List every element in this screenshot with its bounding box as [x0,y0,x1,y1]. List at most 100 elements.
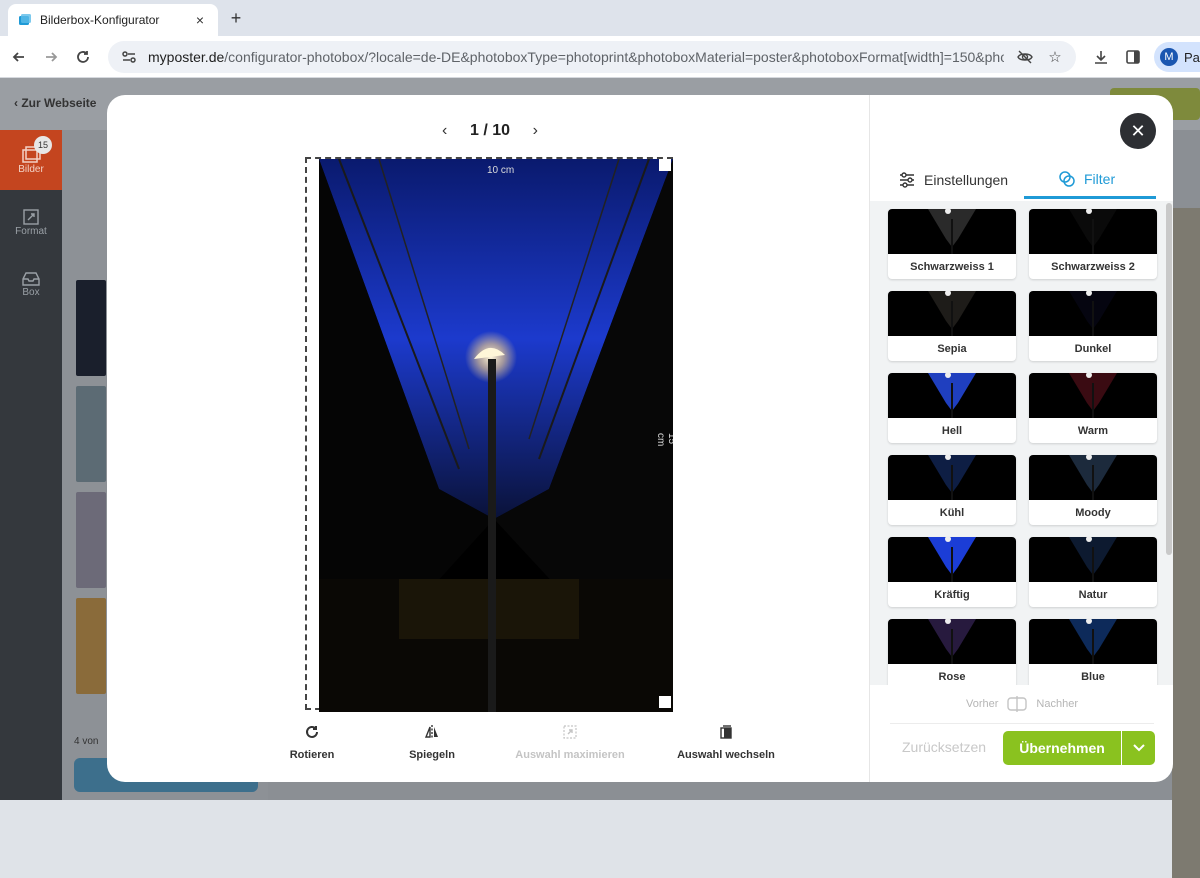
filter-card[interactable]: Rose [888,619,1016,685]
address-bar[interactable]: myposter.de/configurator-photobox/?local… [108,41,1076,73]
filter-preview-image [1029,373,1157,418]
switch-selection-icon [717,723,735,741]
rotate-icon [303,723,321,741]
filter-card[interactable]: Schwarzweiss 2 [1029,209,1157,279]
avatar: M [1160,48,1178,66]
filter-label: Blue [1081,670,1105,683]
filter-label: Natur [1078,588,1108,601]
thumbnail[interactable] [76,492,106,588]
filter-preview-image [888,455,1016,500]
apply-button[interactable]: Übernehmen [1003,731,1155,765]
filter-card[interactable]: Blue [1029,619,1157,685]
filter-preview-image [888,537,1016,582]
new-tab-icon[interactable]: + [226,8,246,28]
image-pager: ‹ 1 / 10 › [442,121,538,141]
side-panel-icon[interactable] [1122,46,1144,68]
crop-handle-bottom-right[interactable] [659,696,671,708]
filter-card[interactable]: Dunkel [1029,291,1157,361]
pager-text: 1 / 10 [469,122,511,139]
filter-card[interactable]: Kühl [888,455,1016,525]
tab-title: Bilderbox-Konfigurator [40,13,160,27]
back-to-website-link[interactable]: ‹ Zur Webseite [14,96,96,110]
browser-tab-strip: Bilderbox-Konfigurator × + [0,0,1200,36]
prev-image-icon[interactable]: ‹ [442,122,447,140]
browser-tab[interactable]: Bilderbox-Konfigurator × [8,4,218,36]
next-image-icon[interactable]: › [533,122,538,140]
chevron-down-icon[interactable] [1122,744,1155,752]
maximize-selection-button[interactable]: Auswahl maximieren [497,723,643,761]
filter-label: Schwarzweiss 1 [910,260,994,273]
filter-scrollbar[interactable] [1164,201,1173,685]
filter-preview-image [1029,619,1157,664]
crop-handle-bottom-left[interactable] [307,696,319,708]
close-tab-icon[interactable]: × [192,12,208,28]
forward-arrow-icon[interactable] [40,46,62,68]
sidebar-item-bilder[interactable]: Bilder 15 [0,130,62,190]
thumbnail[interactable] [76,598,106,694]
download-icon[interactable] [1090,46,1112,68]
filter-card[interactable]: Schwarzweiss 1 [888,209,1016,279]
mirror-button[interactable]: Spiegeln [367,723,497,761]
url-text: myposter.de/configurator-photobox/?local… [148,49,1004,65]
filter-label: Warm [1077,424,1109,437]
url-path: /configurator-photobox/?locale=de-DE&pho… [224,49,1004,65]
page-sidebar: Bilder 15 Format Box [0,130,62,800]
before-after-toggle[interactable]: Vorher Nachher [870,693,1173,715]
rotate-label: Rotieren [289,749,335,761]
thumbnail[interactable] [76,280,106,376]
height-label: 15 cm [655,433,673,447]
switch-selection-button[interactable]: Auswahl wechseln [653,723,799,761]
filter-label: Moody [1075,506,1111,519]
count-text: 4 von [74,736,99,747]
bookmark-star-icon[interactable]: ☆ [1046,48,1064,66]
maximize-label: Auswahl maximieren [515,749,625,761]
thumbnail[interactable] [76,386,106,482]
filter-card[interactable]: Hell [888,373,1016,443]
filter-modal: ‹ 1 / 10 › 10 cm 15 cm Rotieren Spiegeln… [107,95,1173,782]
reload-icon[interactable] [72,46,94,68]
filter-label: Schwarzweiss 2 [1051,260,1135,273]
browser-toolbar: myposter.de/configurator-photobox/?local… [0,36,1200,78]
scrollbar-thumb[interactable] [1166,203,1172,555]
eye-off-icon[interactable] [1016,48,1034,66]
divider [890,723,1154,724]
tab-label: Einstellungen [924,172,1009,188]
site-info-icon[interactable] [120,48,138,66]
box-icon [21,271,41,287]
filter-card[interactable]: Warm [1029,373,1157,443]
filter-card[interactable]: Moody [1029,455,1157,525]
sidebar-label: Bilder [18,163,44,175]
back-arrow-icon[interactable] [8,46,30,68]
sidebar-label: Box [22,286,40,298]
filter-card[interactable]: Kräftig [888,537,1016,607]
mirror-icon [423,723,441,741]
tab-filter[interactable]: Filter [1024,161,1156,199]
apply-label: Übernehmen [1019,740,1105,756]
profile-name: Pau [1184,49,1200,65]
close-modal-button[interactable]: ✕ [1120,113,1156,149]
filter-card[interactable]: Natur [1029,537,1157,607]
crop-frame[interactable]: 10 cm 15 cm [305,157,673,712]
tab-einstellungen[interactable]: Einstellungen [898,161,1008,199]
compare-icon [1006,695,1028,713]
rotate-button[interactable]: Rotieren [247,723,377,761]
filter-preview-image [1029,537,1157,582]
profile-chip[interactable]: M Pau [1154,42,1200,72]
panel-tabs: Einstellungen Filter [870,161,1173,199]
filter-preview-image [1029,455,1157,500]
sidebar-label: Format [15,225,47,237]
filter-label: Hell [941,424,963,437]
filter-panel: ✕ Einstellungen Filter Schwarzweiss 1 Sch… [869,95,1173,782]
crop-handle-top-left[interactable] [307,159,319,171]
filter-preview-image [888,619,1016,664]
sidebar-item-box[interactable]: Box [0,254,62,314]
sidebar-item-format[interactable]: Format [0,192,62,252]
switch-selection-label: Auswahl wechseln [677,749,775,761]
filter-card[interactable]: Sepia [888,291,1016,361]
back-link-label: Zur Webseite [21,96,97,110]
filter-preview-image [1029,209,1157,254]
maximize-icon [561,723,579,741]
crop-handle-top-right[interactable] [659,159,671,171]
url-host: myposter.de [148,49,225,65]
reset-button[interactable]: Zurücksetzen [902,739,986,755]
